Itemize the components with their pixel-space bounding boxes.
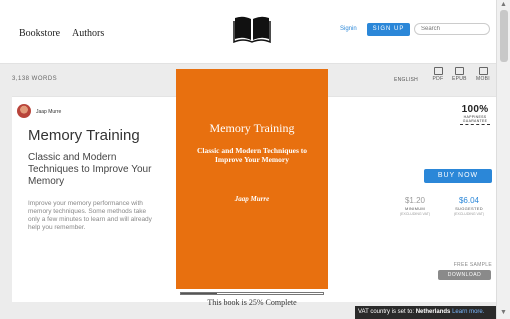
buy-now-button[interactable]: BUY NOW — [424, 169, 492, 183]
vat-learn-more-link[interactable]: Learn more. — [452, 309, 484, 315]
format-mobi[interactable]: MOBI — [476, 67, 490, 82]
nav-authors[interactable]: Authors — [72, 28, 104, 39]
scrollbar-thumb[interactable] — [500, 10, 508, 62]
free-sample-label: FREE SAMPLE — [453, 262, 492, 268]
book-cover[interactable]: Memory Training Classic and Modern Techn… — [176, 69, 328, 289]
cover-author: Jaap Murre — [234, 195, 270, 203]
book-title: Memory Training — [28, 127, 140, 144]
book-subtitle: Classic and Modern Techniques to Improve… — [28, 152, 152, 187]
book-description: Improve your memory performance with mem… — [28, 200, 152, 231]
scroll-up-icon[interactable]: ▲ — [500, 1, 507, 8]
cover-subtitle: Classic and Modern Techniques to Improve… — [196, 146, 308, 164]
progress-label: This book is 25% Complete — [207, 298, 297, 307]
minimum-price[interactable]: $1.20 MINIMUM (EXCLUDING VAT) — [397, 196, 433, 216]
epub-icon — [454, 67, 464, 75]
format-mobi-label: MOBI — [476, 76, 490, 82]
site-header: Bookstore Authors Signin SIGN UP — [0, 0, 496, 64]
scroll-down-icon[interactable]: ▼ — [500, 309, 507, 316]
progress-bar — [180, 292, 324, 295]
pdf-icon — [433, 67, 443, 75]
minimum-price-value: $1.20 — [404, 196, 426, 205]
badge-divider — [460, 124, 490, 125]
suggested-price-value: $6.04 — [458, 196, 480, 205]
cover-title: Memory Training — [209, 121, 295, 135]
suggested-price-label: SUGGESTED — [455, 206, 483, 211]
suggested-price[interactable]: $6.04 SUGGESTED (EXCLUDING VAT) — [451, 196, 487, 216]
language-label: ENGLISH — [394, 77, 419, 83]
progress-fill — [181, 293, 217, 294]
format-pdf[interactable]: PDF — [431, 67, 445, 82]
vat-country: Netherlands — [415, 309, 451, 315]
word-count: 3,138 WORDS — [12, 76, 58, 82]
vat-prefix: VAT country is set to: — [358, 309, 416, 315]
vat-notice: VAT country is set to: Netherlands Learn… — [355, 306, 496, 319]
badge-text: HAPPINESS GUARANTEE — [462, 115, 488, 123]
format-pdf-label: PDF — [432, 76, 444, 82]
format-epub-label: EPUB — [452, 76, 467, 82]
badge-percent: 100% — [461, 104, 489, 115]
signup-button[interactable]: SIGN UP — [367, 23, 410, 36]
book-logo-icon[interactable] — [233, 13, 271, 43]
download-sample-button[interactable]: DOWNLOAD — [438, 270, 491, 280]
signin-link[interactable]: Signin — [340, 26, 357, 32]
suggested-price-note: (EXCLUDING VAT) — [453, 212, 484, 216]
nav-bookstore[interactable]: Bookstore — [19, 28, 60, 39]
mobi-icon — [478, 67, 488, 75]
minimum-price-label: MINIMUM — [404, 206, 426, 211]
format-epub[interactable]: EPUB — [452, 67, 467, 82]
search-input[interactable] — [414, 23, 490, 35]
author-avatar[interactable] — [17, 104, 31, 118]
minimum-price-note: (EXCLUDING VAT) — [399, 212, 430, 216]
happiness-guarantee-badge: 100% HAPPINESS GUARANTEE — [455, 104, 495, 125]
vertical-scrollbar[interactable]: ▲ ▼ — [496, 0, 510, 319]
author-name[interactable]: Jaap Murre — [36, 109, 61, 115]
